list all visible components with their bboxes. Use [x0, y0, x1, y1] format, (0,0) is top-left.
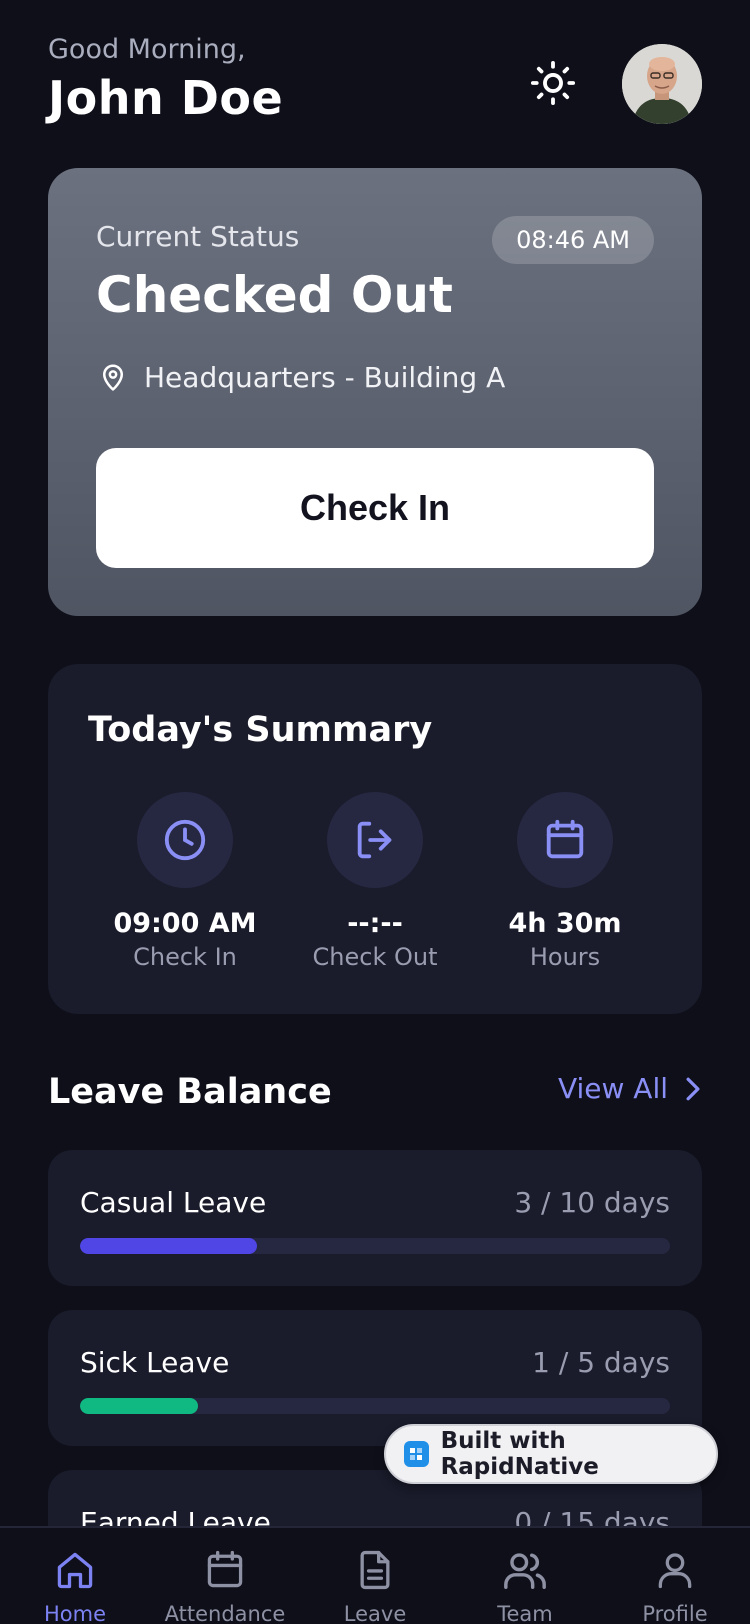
sun-icon — [530, 60, 576, 106]
nav-label: Team — [497, 1602, 553, 1624]
nav-label: Home — [43, 1602, 106, 1624]
map-pin-icon — [96, 360, 130, 394]
log-out-icon — [327, 792, 423, 888]
built-with-badge[interactable]: Built with RapidNative — [384, 1424, 718, 1484]
nav-item-team[interactable]: Team — [450, 1528, 600, 1624]
summary-label: Check Out — [312, 943, 438, 971]
location-row: Headquarters - Building A — [96, 360, 505, 394]
nav-label: Leave — [343, 1602, 407, 1624]
view-all-label: View All — [557, 1072, 668, 1105]
calendar-icon — [201, 1546, 249, 1594]
theme-toggle-button[interactable] — [528, 58, 578, 108]
summary-item-check-out: --:-- Check Out — [290, 792, 460, 971]
badge-label: Built with RapidNative — [440, 1428, 599, 1480]
clock-icon — [137, 792, 233, 888]
status-card: Current Status 08:46 AM Checked Out Head… — [48, 168, 702, 616]
leave-name: Sick Leave — [80, 1346, 230, 1379]
leave-progress-track — [80, 1398, 670, 1414]
summary-items: 09:00 AM Check In --:-- Check Out 4h 30m… — [48, 792, 702, 971]
status-time-badge: 08:46 AM — [492, 216, 654, 264]
rapidnative-logo-icon — [404, 1441, 429, 1467]
location-text: Headquarters - Building A — [144, 360, 506, 394]
nav-item-home[interactable]: Home — [0, 1528, 150, 1624]
user-name: John Doe — [48, 71, 284, 125]
leave-progress-track — [80, 1238, 670, 1254]
status-value: Checked Out — [96, 266, 453, 324]
header: Good Morning, John Doe — [48, 34, 702, 134]
summary-value: --:-- — [347, 908, 403, 939]
nav-item-profile[interactable]: Profile — [600, 1528, 750, 1624]
leave-days: 3 / 10 days — [514, 1186, 670, 1219]
greeting-text: Good Morning, — [48, 34, 246, 65]
summary-label: Check In — [133, 943, 237, 971]
nav-label: Profile — [642, 1602, 708, 1624]
nav-label: Attendance — [164, 1602, 286, 1624]
user-icon — [651, 1546, 699, 1594]
avatar[interactable] — [622, 44, 702, 124]
leave-progress-fill — [80, 1238, 257, 1254]
leave-name: Casual Leave — [80, 1186, 267, 1219]
status-label: Current Status — [96, 220, 300, 253]
leave-card-casual[interactable]: Casual Leave 3 / 10 days — [48, 1150, 702, 1286]
leave-days: 1 / 5 days — [532, 1346, 670, 1379]
user-avatar-image — [622, 44, 702, 124]
leave-balance-header: Leave Balance View All — [48, 1068, 702, 1118]
home-icon — [51, 1546, 99, 1594]
chevron-right-icon — [684, 1076, 702, 1102]
users-icon — [501, 1546, 549, 1594]
summary-label: Hours — [529, 943, 601, 971]
check-in-button[interactable]: Check In — [96, 448, 654, 568]
summary-title: Today's Summary — [88, 710, 433, 750]
document-icon — [351, 1546, 399, 1594]
summary-card: Today's Summary 09:00 AM Check In --:-- — [48, 664, 702, 1014]
leave-balance-title: Leave Balance — [48, 1072, 332, 1112]
summary-value: 4h 30m — [508, 908, 622, 939]
summary-item-hours: 4h 30m Hours — [480, 792, 650, 971]
calendar-icon — [517, 792, 613, 888]
nav-item-attendance[interactable]: Attendance — [150, 1528, 300, 1624]
summary-value: 09:00 AM — [113, 908, 257, 939]
view-all-link[interactable]: View All — [558, 1072, 702, 1105]
nav-item-leave[interactable]: Leave — [300, 1528, 450, 1624]
bottom-nav: Home Attendance Leave Team Profile — [0, 1526, 750, 1624]
leave-progress-fill — [80, 1398, 198, 1414]
summary-item-check-in: 09:00 AM Check In — [100, 792, 270, 971]
